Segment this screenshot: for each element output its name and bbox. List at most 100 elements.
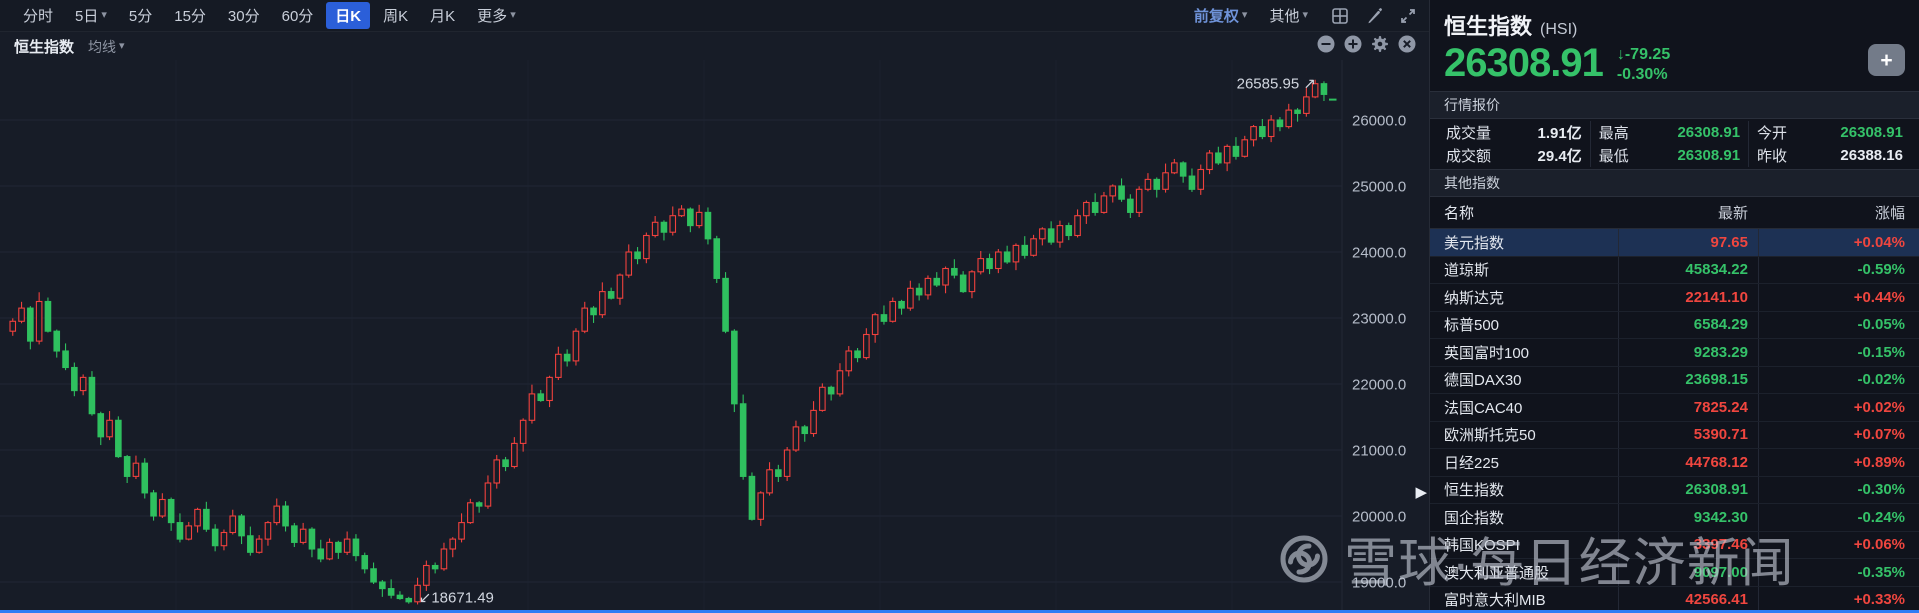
index-name-cell: 国企指数 bbox=[1430, 507, 1618, 528]
quote-label: 成交额 bbox=[1446, 145, 1491, 166]
price-change: ↓-79.25 -0.30% bbox=[1617, 45, 1670, 85]
period-tab-月K[interactable]: 月K bbox=[421, 2, 464, 29]
index-pct-cell: -0.30% bbox=[1758, 477, 1919, 504]
index-pct-cell: +0.07% bbox=[1758, 422, 1919, 449]
index-last-cell: 3397.46 bbox=[1618, 532, 1758, 559]
toolbar-right: 前复权▾ 其他▾ bbox=[1185, 2, 1419, 29]
period-tab-5日[interactable]: 5日▾ bbox=[66, 2, 116, 29]
add-to-watchlist-button[interactable]: + bbox=[1868, 44, 1905, 76]
index-last-cell: 7825.24 bbox=[1618, 394, 1758, 421]
y-axis-tick: 23000.0 bbox=[1352, 311, 1406, 328]
table-row-标普500[interactable]: 标普5006584.29-0.05% bbox=[1430, 312, 1919, 340]
y-axis-tick: 21000.0 bbox=[1352, 443, 1406, 460]
table-row-日经225[interactable]: 日经22544768.12+0.89% bbox=[1430, 449, 1919, 477]
index-pct-cell: +0.02% bbox=[1758, 394, 1919, 421]
ma-dropdown[interactable]: 均线▾ bbox=[88, 37, 125, 57]
kline-widget: 分时5日▾5分15分30分60分日K周K月K更多▾ 前复权▾ 其他▾ 恒生指数 … bbox=[0, 0, 1430, 613]
period-toolbar: 分时5日▾5分15分30分60分日K周K月K更多▾ 前复权▾ 其他▾ bbox=[0, 0, 1429, 32]
table-row-道琼斯[interactable]: 道琼斯45834.22-0.59% bbox=[1430, 257, 1919, 285]
period-tab-15分[interactable]: 15分 bbox=[165, 2, 215, 29]
period-tab-分时[interactable]: 分时 bbox=[14, 2, 62, 29]
indices-table: 名称最新涨幅美元指数97.65+0.04%道琼斯45834.22-0.59%纳斯… bbox=[1430, 197, 1919, 613]
period-tab-30分[interactable]: 30分 bbox=[219, 2, 269, 29]
index-pct-cell: -0.24% bbox=[1758, 504, 1919, 531]
index-pct-cell: -0.59% bbox=[1758, 257, 1919, 284]
col-last: 最新 bbox=[1618, 197, 1758, 228]
table-row-法国CAC40[interactable]: 法国CAC407825.24+0.02% bbox=[1430, 394, 1919, 422]
settings-gear-icon[interactable] bbox=[1370, 34, 1390, 59]
col-pct: 涨幅 bbox=[1758, 197, 1919, 228]
period-list: 分时5日▾5分15分30分60分日K周K月K更多▾ bbox=[14, 2, 525, 29]
period-tab-60分[interactable]: 60分 bbox=[273, 2, 323, 29]
index-pct-cell: -0.02% bbox=[1758, 367, 1919, 394]
index-pct-cell: +0.44% bbox=[1758, 284, 1919, 311]
period-tab-更多[interactable]: 更多▾ bbox=[468, 2, 525, 29]
period-tab-周K[interactable]: 周K bbox=[374, 2, 417, 29]
other-dropdown[interactable]: 其他▾ bbox=[1260, 2, 1317, 29]
y-axis-tick: 24000.0 bbox=[1352, 245, 1406, 262]
price-change-pct: -0.30% bbox=[1617, 65, 1670, 85]
quote-label: 昨收 bbox=[1757, 145, 1787, 166]
y-axis-tick: 20000.0 bbox=[1352, 509, 1406, 526]
index-last-cell: 44768.12 bbox=[1618, 449, 1758, 476]
period-tab-5分[interactable]: 5分 bbox=[120, 2, 161, 29]
kline-chart[interactable]: 26000.025000.024000.023000.022000.021000… bbox=[0, 60, 1430, 613]
index-last-cell: 26308.91 bbox=[1618, 477, 1758, 504]
high-price-annotation: 26585.95 ↗ bbox=[1237, 75, 1316, 92]
index-pct-cell: -0.15% bbox=[1758, 339, 1919, 366]
quote-item: 成交额 29.4亿 bbox=[1446, 144, 1582, 167]
adjust-mode-dropdown[interactable]: 前复权▾ bbox=[1185, 2, 1257, 29]
index-name-cell: 恒生指数 bbox=[1430, 479, 1618, 500]
table-row-美元指数[interactable]: 美元指数97.65+0.04% bbox=[1430, 229, 1919, 257]
table-row-英国富时100[interactable]: 英国富时1009283.29-0.15% bbox=[1430, 339, 1919, 367]
y-axis-tick: 22000.0 bbox=[1352, 377, 1406, 394]
index-name-cell: 欧洲斯托克50 bbox=[1430, 424, 1618, 445]
table-row-恒生指数[interactable]: 恒生指数26308.91-0.30% bbox=[1430, 477, 1919, 505]
table-row-国企指数[interactable]: 国企指数9342.30-0.24% bbox=[1430, 504, 1919, 532]
index-name-cell: 澳大利亚普通股 bbox=[1430, 562, 1618, 583]
index-name-cell: 法国CAC40 bbox=[1430, 397, 1618, 418]
arrow-down-icon: ↓ bbox=[1617, 46, 1625, 63]
chevron-down-icon: ▾ bbox=[1302, 10, 1308, 21]
table-row-澳大利亚普通股[interactable]: 澳大利亚普通股9097.00-0.35% bbox=[1430, 559, 1919, 587]
quote-value: 26308.91 bbox=[1677, 124, 1740, 141]
index-last-cell: 97.65 bbox=[1618, 229, 1758, 256]
zoom-out-icon[interactable] bbox=[1316, 34, 1336, 59]
stock-app: 分时5日▾5分15分30分60分日K周K月K更多▾ 前复权▾ 其他▾ 恒生指数 … bbox=[0, 0, 1919, 613]
table-row-德国DAX30[interactable]: 德国DAX3023698.15-0.02% bbox=[1430, 367, 1919, 395]
index-name-cell: 道琼斯 bbox=[1430, 259, 1618, 280]
table-row-韩国KOSPI[interactable]: 韩国KOSPI3397.46+0.06% bbox=[1430, 532, 1919, 560]
close-icon[interactable] bbox=[1397, 34, 1417, 59]
quote-label: 最高 bbox=[1599, 122, 1629, 143]
index-last-cell: 9342.30 bbox=[1618, 504, 1758, 531]
quote-column: 成交量1.91亿成交额 29.4亿 bbox=[1438, 121, 1590, 167]
index-last-cell: 9283.29 bbox=[1618, 339, 1758, 366]
quote-item: 昨收 26388.16 bbox=[1757, 144, 1903, 167]
index-last-cell: 6584.29 bbox=[1618, 312, 1758, 339]
y-axis-tick: 19000.0 bbox=[1352, 575, 1406, 592]
draw-pencil-icon[interactable] bbox=[1363, 5, 1385, 27]
index-pct-cell: +0.04% bbox=[1758, 229, 1919, 256]
period-tab-日K[interactable]: 日K bbox=[326, 2, 370, 29]
index-symbol: (HSI) bbox=[1540, 21, 1577, 39]
col-name: 名称 bbox=[1430, 202, 1618, 223]
table-row-欧洲斯托克50[interactable]: 欧洲斯托克505390.71+0.07% bbox=[1430, 422, 1919, 450]
panel-collapse-icon[interactable]: ▶ bbox=[1415, 483, 1427, 501]
index-name-cell: 标普500 bbox=[1430, 314, 1618, 335]
quote-value: 29.4亿 bbox=[1538, 145, 1582, 166]
quote-value: 26308.91 bbox=[1677, 147, 1740, 164]
index-pct-cell: +0.89% bbox=[1758, 449, 1919, 476]
chart-symbol-title: 恒生指数 bbox=[14, 36, 74, 57]
quote-item: 成交量1.91亿 bbox=[1446, 121, 1582, 144]
index-last-cell: 9097.00 bbox=[1618, 559, 1758, 586]
quote-label: 成交量 bbox=[1446, 122, 1491, 143]
quote-value: 26308.91 bbox=[1840, 124, 1903, 141]
quote-value: 26388.16 bbox=[1840, 147, 1903, 164]
chevron-down-icon: ▾ bbox=[510, 10, 516, 21]
layout-grid-icon[interactable] bbox=[1329, 5, 1351, 27]
zoom-in-icon[interactable] bbox=[1343, 34, 1363, 59]
index-pct-cell: +0.06% bbox=[1758, 532, 1919, 559]
index-name-cell: 纳斯达克 bbox=[1430, 287, 1618, 308]
fullscreen-expand-icon[interactable] bbox=[1397, 5, 1419, 27]
table-row-纳斯达克[interactable]: 纳斯达克22141.10+0.44% bbox=[1430, 284, 1919, 312]
